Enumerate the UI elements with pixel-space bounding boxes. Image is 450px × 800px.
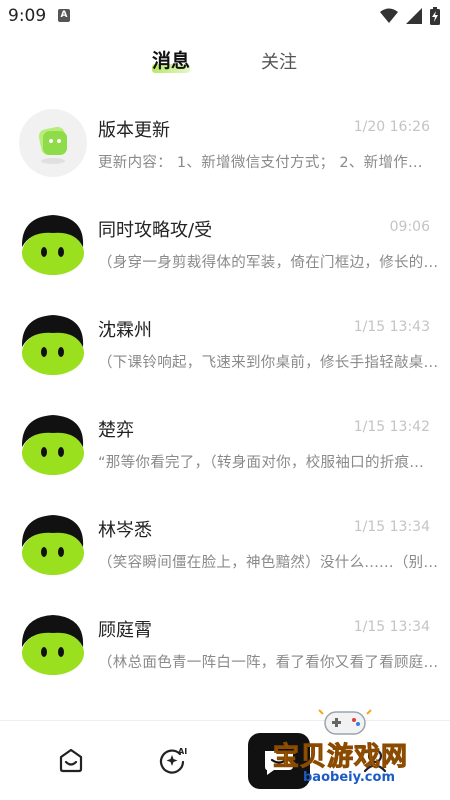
message-item-version-update[interactable]: 版本更新 1/20 16:26 更新内容： 1、新增微信支付方式； 2、新增作.… (0, 96, 450, 196)
message-item[interactable]: 林岑悉 1/15 13:34 （笑容瞬间僵在脸上，神色黯然）没什么......（… (0, 496, 450, 596)
message-time: 1/15 13:34 (353, 519, 430, 535)
status-time: 9:09 (8, 6, 47, 26)
watermark-title: 宝贝游戏网 (272, 742, 409, 773)
message-name: 楚弈 (98, 420, 134, 441)
nav-home-button[interactable] (56, 745, 86, 775)
character-avatar (19, 409, 87, 477)
tab-messages-label: 消息 (152, 50, 191, 72)
message-name: 版本更新 (98, 120, 170, 141)
message-time: 09:06 (389, 219, 430, 235)
status-icons (380, 7, 440, 25)
message-list: 版本更新 1/20 16:26 更新内容： 1、新增微信支付方式； 2、新增作.… (0, 96, 450, 696)
watermark-url: baobeiy.com (303, 770, 395, 785)
message-item[interactable]: 楚弈 1/15 13:42 “那等你看完了，（转身面对你，校服袖口的折痕... (0, 396, 450, 496)
message-preview: 更新内容： 1、新增微信支付方式； 2、新增作... (98, 155, 423, 171)
message-name: 顾庭霄 (98, 620, 152, 641)
nav-ai-button[interactable]: AI (158, 745, 188, 775)
character-avatar (19, 309, 87, 377)
home-icon (59, 748, 83, 773)
character-avatar (19, 609, 87, 677)
watermark: 宝贝游戏网 baobeiy.com (272, 706, 423, 792)
message-time: 1/20 16:26 (353, 119, 430, 135)
message-item[interactable]: 顾庭霄 1/15 13:34 （林总面色青一阵白一阵，看了看你又看了看顾庭... (0, 596, 450, 696)
ai-create-icon: AI (159, 747, 187, 774)
status-bar: 9:09 A (0, 0, 450, 32)
app-logo-icon (19, 109, 87, 177)
signal-icon (406, 8, 422, 24)
tab-follow-label: 关注 (261, 52, 297, 73)
message-preview: （笑容瞬间僵在脸上，神色黯然）没什么......（别... (98, 555, 439, 571)
message-time: 1/15 13:42 (353, 419, 430, 435)
message-name: 同时攻略攻/受 (98, 220, 213, 241)
battery-icon (430, 7, 440, 25)
message-time: 1/15 13:43 (353, 319, 430, 335)
message-preview: （身穿一身剪裁得体的军装，倚在门框边，修长的... (98, 255, 439, 271)
tab-messages[interactable]: 消息 (152, 46, 191, 73)
message-preview: （下课铃响起，飞速来到你桌前，修长手指轻敲桌... (98, 355, 439, 371)
app-screen: 9:09 A 消息 关注 版本更新 1/20 16:26 更新内容： 1、新增微… (0, 0, 450, 800)
message-name: 林岑悉 (98, 520, 152, 541)
ai-label: AI (178, 747, 187, 756)
message-preview: （林总面色青一阵白一阵，看了看你又看了看顾庭... (98, 655, 439, 671)
message-item[interactable]: 同时攻略攻/受 09:06 （身穿一身剪裁得体的军装，倚在门框边，修长的... (0, 196, 450, 296)
message-name: 沈霖州 (98, 320, 152, 341)
message-time: 1/15 13:34 (353, 619, 430, 635)
message-item[interactable]: 沈霖州 1/15 13:43 （下课铃响起，飞速来到你桌前，修长手指轻敲桌... (0, 296, 450, 396)
notification-icon: A (58, 9, 70, 22)
tab-follow[interactable]: 关注 (261, 48, 297, 74)
wifi-icon (380, 8, 398, 23)
message-preview: “那等你看完了，（转身面对你，校服袖口的折痕... (98, 455, 425, 471)
character-avatar (19, 209, 87, 277)
character-avatar (19, 509, 87, 577)
gamepad-logo-icon (318, 709, 372, 735)
